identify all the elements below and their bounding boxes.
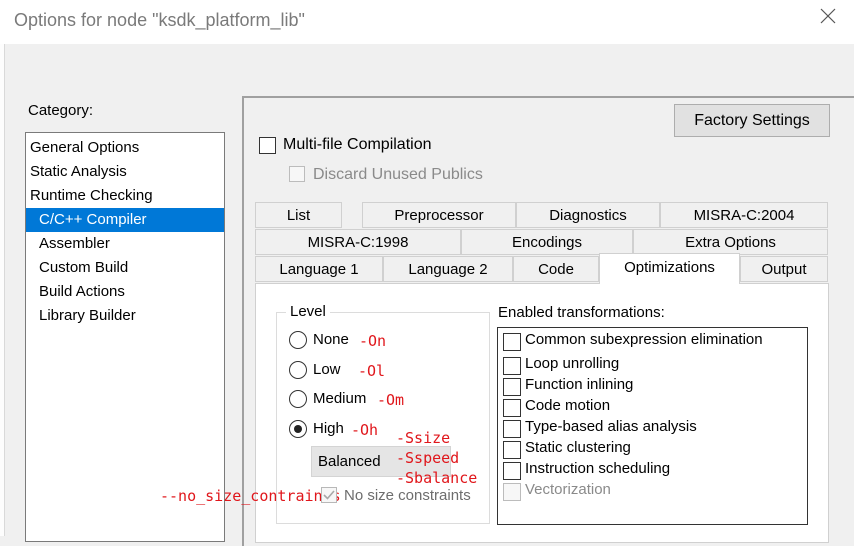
transformation-label: Function inlining [525,376,634,393]
transformation-checkbox[interactable] [503,462,521,480]
transformation-item-static-clustering[interactable]: Static clustering [501,438,801,459]
tab-output[interactable]: Output [740,256,828,282]
speed-flag-annotation: -Sspeed [396,449,460,467]
close-button[interactable] [812,2,846,30]
category-item-label: Custom Build [39,259,129,276]
transformation-checkbox[interactable] [503,420,521,438]
category-item-label: C/C++ Compiler [39,211,147,228]
category-item-runtime-checking[interactable]: Runtime Checking [26,184,224,208]
transformation-label: Code motion [525,397,611,414]
category-item-label: Library Builder [39,307,136,324]
level-low-radio[interactable] [289,361,307,379]
factory-settings-button[interactable]: Factory Settings [674,104,830,137]
level-low-label: Low [313,361,341,378]
category-item-assembler[interactable]: Assembler [26,232,224,256]
transformation-item-instruction-scheduling[interactable]: Instruction scheduling [501,459,801,480]
transformation-label: Type-based alias analysis [525,418,697,435]
category-item-general-options[interactable]: General Options [26,136,224,160]
multi-file-compilation-checkbox[interactable] [259,137,276,154]
transformation-item-loop-unrolling[interactable]: Loop unrolling [501,354,801,375]
level-medium-flag-annotation: -Om [377,391,405,409]
multi-file-compilation-label: Multi-file Compilation [283,136,432,153]
check-icon [323,490,335,500]
balance-flag-annotation: -Sbalance [396,469,478,487]
discard-unused-publics-label: Discard Unused Publics [313,166,483,183]
transformation-item-function-inlining[interactable]: Function inlining [501,375,801,396]
discard-unused-publics-checkbox [289,166,305,182]
category-item-library-builder[interactable]: Library Builder [26,304,224,328]
transformation-checkbox[interactable] [503,399,521,417]
transformation-item-type-based-alias[interactable]: Type-based alias analysis [501,417,801,438]
no-size-flag-annotation: --no_size_contraints [160,487,341,505]
category-item-label: Assembler [39,235,110,252]
tab-language-1[interactable]: Language 1 [255,256,383,282]
transformation-item-vectorization: Vectorization [501,480,801,501]
level-high-radio[interactable] [289,420,307,438]
tab-list[interactable]: List [255,202,342,228]
tab-extra-options[interactable]: Extra Options [633,229,828,255]
tab-code[interactable]: Code [513,256,599,282]
transformation-checkbox[interactable] [503,357,521,375]
category-list[interactable]: General Options Static Analysis Runtime … [25,132,225,542]
category-item-static-analysis[interactable]: Static Analysis [26,160,224,184]
level-none-radio[interactable] [289,331,307,349]
transformation-checkbox[interactable] [503,333,521,351]
category-item-label: Static Analysis [30,163,127,180]
tab-misra-c-1998[interactable]: MISRA-C:1998 [255,229,461,255]
tab-misra-c-2004[interactable]: MISRA-C:2004 [660,202,828,228]
level-low-flag-annotation: -Ol [358,362,386,380]
size-flag-annotation: -Ssize [396,429,451,447]
transformations-label: Enabled transformations: [498,304,665,321]
transformation-checkbox[interactable] [503,378,521,396]
category-item-build-actions[interactable]: Build Actions [26,280,224,304]
transformation-label: Vectorization [525,481,611,498]
level-group-label: Level [286,303,330,320]
category-item-label: Runtime Checking [30,187,153,204]
transformation-label: Loop unrolling [525,355,620,372]
transformations-list[interactable]: Common subexpression elimination Loop un… [497,327,808,525]
category-item-label: General Options [30,139,140,156]
no-size-constraints-label: No size constraints [344,487,471,504]
level-none-flag-annotation: -On [359,332,387,350]
radio-selected-dot [294,425,302,433]
level-medium-radio[interactable] [289,390,307,408]
category-label: Category: [28,102,94,119]
tab-diagnostics[interactable]: Diagnostics [516,202,660,228]
transformation-checkbox [503,483,521,501]
no-size-constraints-checkbox [321,487,337,503]
level-high-flag-annotation: -Oh [351,421,379,439]
level-high-label: High [313,420,344,437]
transformation-item-cse[interactable]: Common subexpression elimination [501,330,801,351]
level-medium-label: Medium [313,390,367,407]
tab-preprocessor[interactable]: Preprocessor [362,202,516,228]
transformation-label: Static clustering [525,439,631,456]
category-item-label: Build Actions [39,283,125,300]
level-none-label: None [313,331,349,348]
category-item-custom-build[interactable]: Custom Build [26,256,224,280]
transformation-label: Instruction scheduling [525,460,671,477]
window-title: Options for node "ksdk_platform_lib" [14,10,305,30]
close-icon [820,8,836,24]
window-left-border [0,44,5,536]
transformation-checkbox[interactable] [503,441,521,459]
transformation-label: Common subexpression elimination [525,331,763,348]
category-item-cpp-compiler[interactable]: C/C++ Compiler [26,208,224,232]
tab-language-2[interactable]: Language 2 [383,256,513,282]
transformation-item-code-motion[interactable]: Code motion [501,396,801,417]
tab-encodings[interactable]: Encodings [461,229,633,255]
tab-optimizations[interactable]: Optimizations [599,253,740,284]
